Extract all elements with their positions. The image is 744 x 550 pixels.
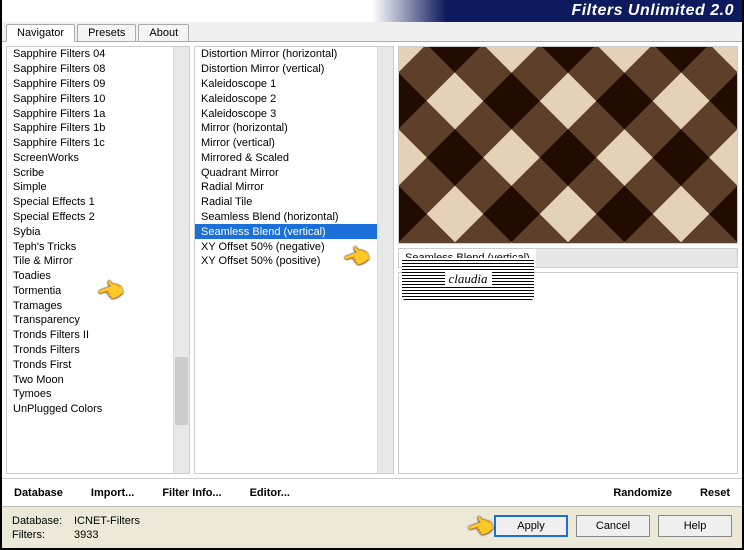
list-item[interactable]: Sapphire Filters 09 bbox=[7, 77, 173, 92]
list-item[interactable]: Radial Tile bbox=[195, 195, 377, 210]
filter-info-button[interactable]: Filter Info... bbox=[162, 487, 221, 499]
tab-strip: Navigator Presets About bbox=[2, 22, 742, 42]
filter-list[interactable]: Distortion Mirror (horizontal)Distortion… bbox=[195, 47, 377, 473]
list-item[interactable]: Radial Mirror bbox=[195, 180, 377, 195]
help-button[interactable]: Help bbox=[658, 515, 732, 537]
scroll-thumb[interactable] bbox=[175, 357, 188, 425]
list-item[interactable]: Tymoes bbox=[7, 387, 173, 402]
list-item[interactable]: Tronds First bbox=[7, 357, 173, 372]
editor-button[interactable]: Editor... bbox=[250, 487, 290, 499]
list-item[interactable]: Tronds Filters II bbox=[7, 328, 173, 343]
action-buttons: 👈 Apply Cancel Help bbox=[459, 515, 732, 541]
list-item[interactable]: Kaleidoscope 3 bbox=[195, 106, 377, 121]
import-button[interactable]: Import... bbox=[91, 487, 134, 499]
tab-presets[interactable]: Presets bbox=[77, 24, 136, 41]
preview-content bbox=[399, 47, 737, 243]
list-item[interactable]: XY Offset 50% (positive) bbox=[195, 254, 377, 269]
list-item[interactable]: Two Moon bbox=[7, 372, 173, 387]
database-button[interactable]: Database bbox=[14, 487, 63, 499]
randomize-button[interactable]: Randomize bbox=[613, 487, 672, 499]
list-item[interactable]: XY Offset 50% (negative) bbox=[195, 239, 377, 254]
list-item[interactable]: Mirrored & Scaled bbox=[195, 150, 377, 165]
list-item[interactable]: Quadrant Mirror bbox=[195, 165, 377, 180]
list-item[interactable]: Tronds Filters bbox=[7, 343, 173, 358]
filter-list-panel: Distortion Mirror (horizontal)Distortion… bbox=[194, 46, 394, 474]
status-info: Database: ICNET-Filters Filters: 3933 bbox=[12, 515, 140, 541]
list-item[interactable]: Sapphire Filters 08 bbox=[7, 62, 173, 77]
category-list-panel: Sapphire Filters 04Sapphire Filters 08Sa… bbox=[6, 46, 190, 474]
cancel-button[interactable]: Cancel bbox=[576, 515, 650, 537]
list-item[interactable]: Mirror (horizontal) bbox=[195, 121, 377, 136]
list-item[interactable]: Kaleidoscope 2 bbox=[195, 91, 377, 106]
list-item[interactable]: ScreenWorks bbox=[7, 150, 173, 165]
status-bar: Database: ICNET-Filters Filters: 3933 👈 … bbox=[2, 506, 742, 548]
filter-scrollbar[interactable] bbox=[377, 47, 393, 473]
apply-button[interactable]: Apply bbox=[494, 515, 568, 537]
category-list[interactable]: Sapphire Filters 04Sapphire Filters 08Sa… bbox=[7, 47, 173, 473]
list-item[interactable]: Sapphire Filters 1b bbox=[7, 121, 173, 136]
list-item[interactable]: Sapphire Filters 04 bbox=[7, 47, 173, 62]
database-label: Database: bbox=[12, 515, 68, 527]
toolbar: Database Import... Filter Info... Editor… bbox=[2, 478, 742, 506]
list-item[interactable]: Sapphire Filters 1c bbox=[7, 136, 173, 151]
preview-image bbox=[398, 46, 738, 244]
list-item[interactable]: Teph's Tricks bbox=[7, 239, 173, 254]
list-item[interactable]: Special Effects 1 bbox=[7, 195, 173, 210]
reset-button[interactable]: Reset bbox=[700, 487, 730, 499]
app-title: Filters Unlimited 2.0 bbox=[571, 2, 734, 20]
filter-slider-track[interactable] bbox=[536, 249, 737, 267]
list-item[interactable]: Tile & Mirror bbox=[7, 254, 173, 269]
list-item[interactable]: Tramages bbox=[7, 298, 173, 313]
list-item[interactable]: Seamless Blend (vertical) bbox=[195, 224, 377, 239]
list-item[interactable]: Mirror (vertical) bbox=[195, 136, 377, 151]
parameters-area bbox=[398, 272, 738, 474]
watermark: claudia bbox=[402, 258, 534, 300]
list-item[interactable]: Tormentia bbox=[7, 284, 173, 299]
list-item[interactable]: Scribe bbox=[7, 165, 173, 180]
list-item[interactable]: Toadies bbox=[7, 269, 173, 284]
list-item[interactable]: Transparency bbox=[7, 313, 173, 328]
filters-value: 3933 bbox=[74, 529, 98, 541]
list-item[interactable]: Distortion Mirror (horizontal) bbox=[195, 47, 377, 62]
pointer-icon: 👈 bbox=[463, 511, 498, 545]
filters-label: Filters: bbox=[12, 529, 68, 541]
list-item[interactable]: Kaleidoscope 1 bbox=[195, 77, 377, 92]
tab-about[interactable]: About bbox=[138, 24, 189, 41]
list-item[interactable]: Sapphire Filters 1a bbox=[7, 106, 173, 121]
list-item[interactable]: Distortion Mirror (vertical) bbox=[195, 62, 377, 77]
tab-navigator[interactable]: Navigator bbox=[6, 24, 75, 42]
list-item[interactable]: Sybia bbox=[7, 224, 173, 239]
category-scrollbar[interactable] bbox=[173, 47, 189, 473]
list-item[interactable]: Simple bbox=[7, 180, 173, 195]
list-item[interactable]: UnPlugged Colors bbox=[7, 402, 173, 417]
main-area: Sapphire Filters 04Sapphire Filters 08Sa… bbox=[2, 42, 742, 478]
database-value: ICNET-Filters bbox=[74, 515, 140, 527]
list-item[interactable]: Sapphire Filters 10 bbox=[7, 91, 173, 106]
title-bar: Filters Unlimited 2.0 bbox=[2, 0, 742, 22]
list-item[interactable]: Special Effects 2 bbox=[7, 210, 173, 225]
list-item[interactable]: Seamless Blend (horizontal) bbox=[195, 210, 377, 225]
